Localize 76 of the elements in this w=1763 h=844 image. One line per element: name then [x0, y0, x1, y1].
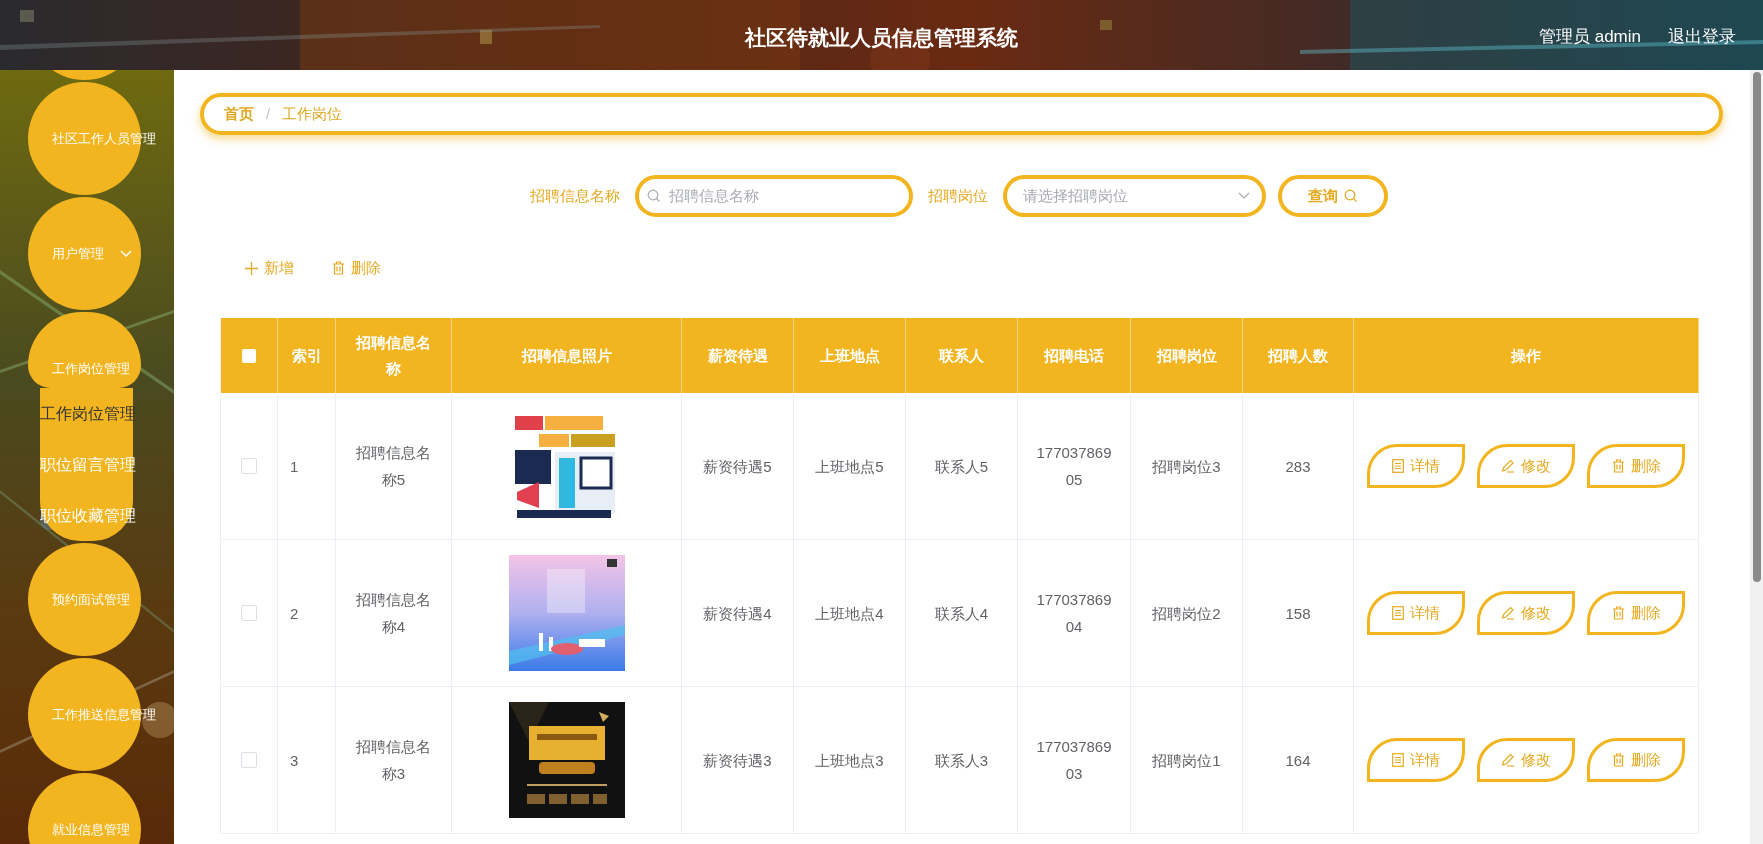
add-button[interactable]: 新增 — [243, 256, 296, 280]
table-cell: 上班地点3 — [794, 687, 906, 833]
search-icon — [1343, 189, 1358, 203]
menu-item[interactable]: 预约面试管理 — [52, 589, 130, 610]
column-header: 招聘电话 — [1018, 318, 1131, 393]
breadcrumb-link[interactable]: 首页 — [224, 102, 254, 126]
column-header: 上班地点 — [794, 318, 906, 393]
menu-item[interactable]: 就业信息管理 — [52, 819, 130, 840]
field-label: 招聘信息名称 — [529, 185, 620, 206]
pencil-icon — [1501, 459, 1515, 473]
row-checkbox[interactable] — [241, 752, 257, 768]
menu-item[interactable]: 工作岗位管理 — [52, 359, 130, 379]
trash-icon — [332, 261, 345, 275]
table-cell: 招聘信息名称4 — [336, 540, 452, 686]
chevron-down-icon — [1237, 192, 1250, 200]
search-field[interactable]: 招聘信息名称 — [634, 175, 913, 217]
edit-button[interactable]: 修改 — [1477, 591, 1575, 635]
trash-icon — [1611, 459, 1625, 473]
table-cell: 17703786905 — [1018, 393, 1131, 539]
scrollbar[interactable] — [1750, 70, 1763, 844]
row-checkbox[interactable] — [241, 458, 257, 474]
delete-button[interactable]: 删除 — [330, 256, 383, 280]
column-header: 招聘人数 — [1243, 318, 1354, 393]
breadcrumb-separator: / — [266, 103, 271, 124]
row-checkbox[interactable] — [241, 605, 257, 621]
detail-button[interactable]: 详情 — [1367, 738, 1465, 782]
table-cell: 164 — [1243, 687, 1354, 833]
search-icon — [646, 189, 661, 203]
table-cell: 招聘信息名称5 — [336, 393, 452, 539]
menu-item[interactable]: 用户管理 — [52, 243, 104, 264]
delete-button[interactable]: 删除 — [1587, 444, 1685, 488]
table-cell: 283 — [1243, 393, 1354, 539]
column-header: 招聘岗位 — [1131, 318, 1243, 393]
table-cell: 1 — [278, 393, 336, 539]
table-cell: 联系人4 — [906, 540, 1018, 686]
document-icon — [1392, 753, 1404, 767]
column-header: 薪资待遇 — [682, 318, 794, 393]
table-cell: 招聘岗位1 — [1131, 687, 1243, 833]
document-icon — [1392, 606, 1404, 620]
table-cell: 薪资待遇3 — [682, 687, 794, 833]
table-cell: 薪资待遇4 — [682, 540, 794, 686]
table-cell: 招聘岗位3 — [1131, 393, 1243, 539]
delete-button[interactable]: 删除 — [1587, 738, 1685, 782]
breadcrumb-link[interactable]: 工作岗位 — [282, 102, 343, 126]
detail-button[interactable]: 详情 — [1367, 444, 1465, 488]
table-cell: 上班地点4 — [794, 540, 906, 686]
plus-icon — [245, 261, 258, 275]
table-cell: 上班地点5 — [794, 393, 906, 539]
field-label: 招聘岗位 — [927, 185, 988, 206]
edit-button[interactable]: 修改 — [1477, 738, 1575, 782]
table-cell: 联系人3 — [906, 687, 1018, 833]
column-header: 联系人 — [906, 318, 1018, 393]
edit-button[interactable]: 修改 — [1477, 444, 1575, 488]
table-cell: 3 — [278, 687, 336, 833]
table-cell: 158 — [1243, 540, 1354, 686]
column-header: 索引 — [278, 318, 336, 393]
table-cell: 2 — [278, 540, 336, 686]
table-cell: 招聘信息名称3 — [336, 687, 452, 833]
detail-button[interactable]: 详情 — [1367, 591, 1465, 635]
select-field[interactable]: 请选择招聘岗位 — [1002, 175, 1266, 217]
table-cell: 17703786904 — [1018, 540, 1131, 686]
trash-icon — [1611, 753, 1625, 767]
table-cell: 17703786903 — [1018, 687, 1131, 833]
column-header: 操作 — [1354, 318, 1699, 393]
select-all-checkbox[interactable] — [242, 348, 256, 363]
column-header: 招聘信息照片 — [452, 318, 682, 393]
column-header: 招聘信息名称 — [336, 318, 452, 393]
document-icon — [1392, 459, 1404, 473]
delete-button[interactable]: 删除 — [1587, 591, 1685, 635]
table-cell: 招聘岗位2 — [1131, 540, 1243, 686]
trash-icon — [1611, 606, 1625, 620]
table-cell: 薪资待遇5 — [682, 393, 794, 539]
search-button[interactable]: 查询 — [1277, 175, 1388, 217]
pencil-icon — [1501, 753, 1515, 767]
pencil-icon — [1501, 606, 1515, 620]
table-cell: 联系人5 — [906, 393, 1018, 539]
